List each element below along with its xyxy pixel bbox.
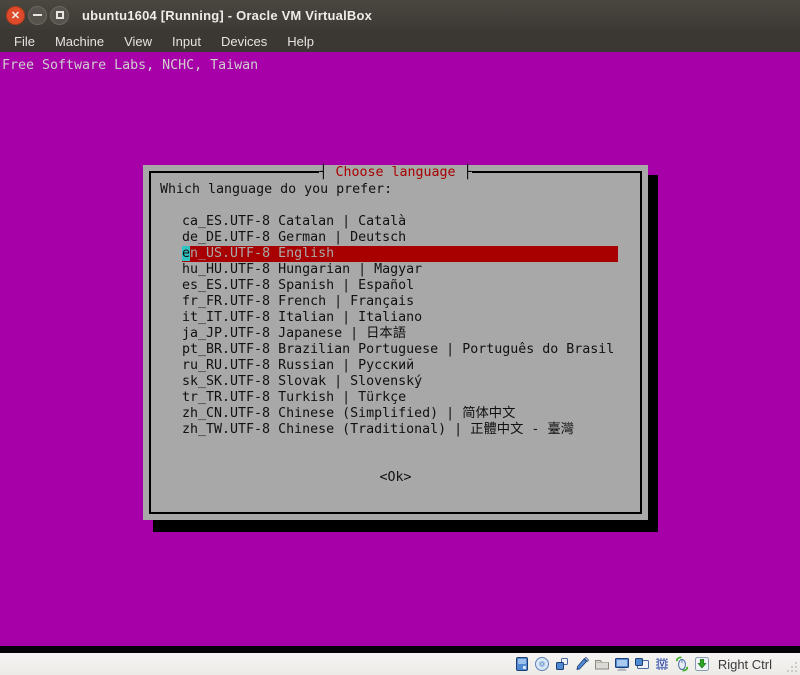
language-option-label: de_DE.UTF-8 German | Deutsch bbox=[182, 230, 406, 245]
vm-screen: Free Software Labs, NCHC, Taiwan ┤ Choos… bbox=[0, 52, 800, 646]
menu-file[interactable]: File bbox=[4, 32, 45, 51]
language-option-sk[interactable]: sk_SK.UTF-8 Slovak | Slovenský bbox=[182, 374, 618, 390]
host-key-label: Right Ctrl bbox=[718, 657, 772, 672]
close-button[interactable]: ✕ bbox=[6, 6, 25, 25]
status-bar: V Right Ctrl bbox=[0, 653, 800, 675]
menu-machine[interactable]: Machine bbox=[45, 32, 114, 51]
usb-icon[interactable] bbox=[574, 656, 590, 672]
optical-disc-icon[interactable] bbox=[534, 656, 550, 672]
language-option-label: pt_BR.UTF-8 Brazilian Portuguese | Portu… bbox=[182, 342, 614, 357]
keyboard-capture-icon[interactable] bbox=[694, 656, 710, 672]
language-option-label: tr_TR.UTF-8 Turkish | Türkçe bbox=[182, 390, 406, 405]
network-icon[interactable] bbox=[554, 656, 570, 672]
installer-banner: Free Software Labs, NCHC, Taiwan bbox=[2, 58, 258, 74]
maximize-button[interactable] bbox=[50, 6, 69, 25]
menu-devices[interactable]: Devices bbox=[211, 32, 277, 51]
dialog-prompt: Which language do you prefer: bbox=[160, 182, 392, 198]
menu-view[interactable]: View bbox=[114, 32, 162, 51]
video-capture-icon[interactable] bbox=[634, 656, 650, 672]
dialog-actions: <Ok> bbox=[143, 470, 648, 486]
screen-letterbox bbox=[0, 646, 800, 653]
language-option-de[interactable]: de_DE.UTF-8 German | Deutsch bbox=[182, 230, 618, 246]
menu-help[interactable]: Help bbox=[277, 32, 324, 51]
language-option-label: sk_SK.UTF-8 Slovak | Slovenský bbox=[182, 374, 422, 389]
language-option-label: zh_TW.UTF-8 Chinese (Traditional) | 正體中文… bbox=[182, 422, 574, 437]
language-option-fr[interactable]: fr_FR.UTF-8 French | Français bbox=[182, 294, 618, 310]
language-option-zh-cn[interactable]: zh_CN.UTF-8 Chinese (Simplified) | 简体中文 bbox=[182, 406, 618, 422]
language-option-label: ca_ES.UTF-8 Catalan | Català bbox=[182, 214, 406, 229]
language-option-ca[interactable]: ca_ES.UTF-8 Catalan | Català bbox=[182, 214, 618, 230]
language-option-label: fr_FR.UTF-8 French | Français bbox=[182, 294, 414, 309]
language-option-label: zh_CN.UTF-8 Chinese (Simplified) | 简体中文 bbox=[182, 406, 515, 421]
language-option-label: it_IT.UTF-8 Italian | Italiano bbox=[182, 310, 422, 325]
minimize-button[interactable] bbox=[28, 6, 47, 25]
language-option-label: es_ES.UTF-8 Spanish | Español bbox=[182, 278, 414, 293]
language-option-ja[interactable]: ja_JP.UTF-8 Japanese | 日本語 bbox=[182, 326, 618, 342]
language-option-pt-br[interactable]: pt_BR.UTF-8 Brazilian Portuguese | Portu… bbox=[182, 342, 618, 358]
language-option-label: ja_JP.UTF-8 Japanese | 日本語 bbox=[182, 326, 406, 341]
language-option-es[interactable]: es_ES.UTF-8 Spanish | Español bbox=[182, 278, 618, 294]
minimize-icon bbox=[33, 14, 42, 16]
language-option-hu[interactable]: hu_HU.UTF-8 Hungarian | Magyar bbox=[182, 262, 618, 278]
shared-folders-icon[interactable] bbox=[594, 656, 610, 672]
features-chip-icon[interactable]: V bbox=[654, 656, 670, 672]
svg-text:V: V bbox=[659, 660, 664, 669]
menu-bar: File Machine View Input Devices Help bbox=[0, 30, 800, 52]
text-cursor: e bbox=[182, 246, 190, 261]
virtualbox-window: ✕ ubuntu1604 [Running] - Oracle VM Virtu… bbox=[0, 0, 800, 675]
language-option-zh-tw[interactable]: zh_TW.UTF-8 Chinese (Traditional) | 正體中文… bbox=[182, 422, 618, 438]
language-option-en-selected[interactable]: en_US.UTF-8 English bbox=[182, 246, 618, 262]
ok-button[interactable]: <Ok> bbox=[379, 470, 411, 486]
language-option-label: hu_HU.UTF-8 Hungarian | Magyar bbox=[182, 262, 422, 277]
language-option-tr[interactable]: tr_TR.UTF-8 Turkish | Türkçe bbox=[182, 390, 618, 406]
maximize-icon bbox=[56, 11, 64, 19]
language-option-label: ru_RU.UTF-8 Russian | Русский bbox=[182, 358, 414, 373]
hard-disk-icon[interactable] bbox=[514, 656, 530, 672]
language-option-ru[interactable]: ru_RU.UTF-8 Russian | Русский bbox=[182, 358, 618, 374]
language-list: ca_ES.UTF-8 Catalan | Català de_DE.UTF-8… bbox=[182, 214, 618, 438]
close-icon: ✕ bbox=[11, 9, 20, 22]
resize-grip[interactable] bbox=[785, 660, 798, 673]
menu-input[interactable]: Input bbox=[162, 32, 211, 51]
status-icons: V bbox=[514, 656, 710, 672]
language-option-it[interactable]: it_IT.UTF-8 Italian | Italiano bbox=[182, 310, 618, 326]
window-title: ubuntu1604 [Running] - Oracle VM Virtual… bbox=[82, 8, 372, 23]
title-bar: ✕ ubuntu1604 [Running] - Oracle VM Virtu… bbox=[0, 0, 800, 30]
mouse-integration-icon[interactable] bbox=[674, 656, 690, 672]
display-icon[interactable] bbox=[614, 656, 630, 672]
choose-language-dialog: ┤ Choose language ├ Which language do yo… bbox=[143, 165, 648, 520]
language-option-label: n_US.UTF-8 English bbox=[190, 246, 334, 261]
